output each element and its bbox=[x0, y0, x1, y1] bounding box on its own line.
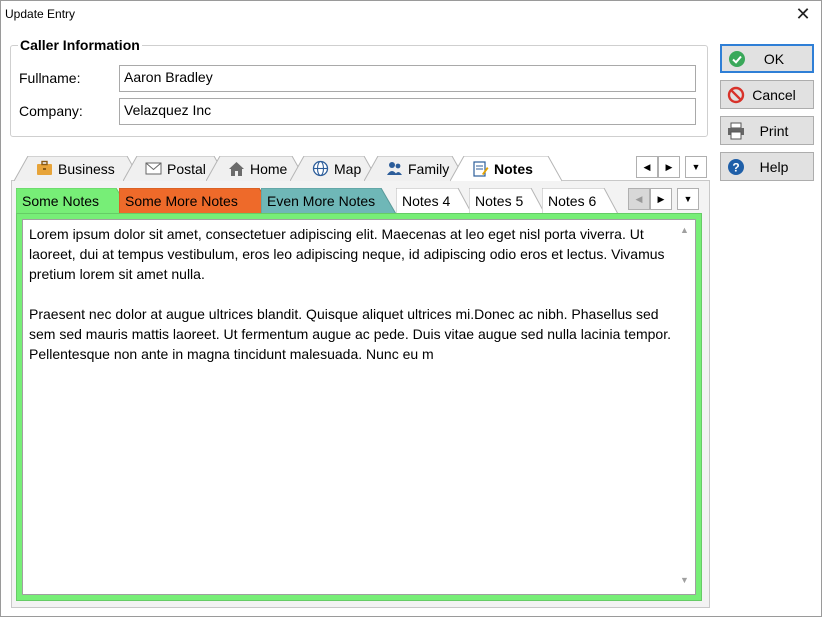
tab-home-label: Home bbox=[250, 160, 288, 177]
inner-tab-notes-4-label: Notes 4 bbox=[402, 193, 451, 209]
svg-text:?: ? bbox=[732, 160, 739, 174]
close-button[interactable]: ✕ bbox=[791, 3, 815, 27]
ok-label: OK bbox=[763, 50, 785, 67]
inner-tab-some-notes[interactable]: Some Notes bbox=[16, 188, 132, 215]
notes-paragraph-2: Praesent nec dolor at augue ultrices bla… bbox=[29, 306, 675, 362]
inner-tab-notes-4[interactable]: Notes 4 bbox=[396, 188, 472, 215]
update-entry-dialog: Update Entry ✕ Caller Information Fullna… bbox=[0, 0, 822, 617]
envelope-icon bbox=[145, 162, 162, 175]
tab-business[interactable]: Business bbox=[14, 156, 141, 181]
inner-tab-even-more-notes-label: Even More Notes bbox=[267, 193, 376, 209]
notes-vertical-scrollbar[interactable]: ▲ ▼ bbox=[677, 223, 693, 589]
ok-button[interactable]: OK bbox=[720, 44, 814, 73]
tab-postal-label: Postal bbox=[167, 160, 206, 177]
cancel-button[interactable]: Cancel bbox=[720, 80, 814, 109]
inner-tab-some-more-notes-label: Some More Notes bbox=[125, 193, 238, 209]
notes-textarea[interactable]: Lorem ipsum dolor sit amet, consectetuer… bbox=[22, 219, 696, 595]
printer-icon bbox=[728, 122, 744, 139]
outer-tab-list-button[interactable]: ▼ bbox=[685, 156, 707, 178]
inner-tab-notes-5-label: Notes 5 bbox=[475, 193, 524, 209]
print-button[interactable]: Print bbox=[720, 116, 814, 145]
help-label: Help bbox=[759, 158, 789, 175]
cancel-icon bbox=[727, 86, 745, 103]
title-bar: Update Entry ✕ bbox=[1, 1, 821, 29]
fullname-label: Fullname: bbox=[19, 70, 81, 86]
help-icon: ? bbox=[728, 158, 744, 175]
inner-tab-notes-5[interactable]: Notes 5 bbox=[469, 188, 545, 215]
tab-notes-label: Notes bbox=[494, 160, 533, 177]
tab-family-label: Family bbox=[408, 160, 450, 177]
inner-tab-even-more-notes[interactable]: Even More Notes bbox=[261, 188, 396, 215]
tab-map-label: Map bbox=[334, 160, 362, 177]
inner-tab-some-notes-label: Some Notes bbox=[22, 193, 100, 209]
company-field[interactable]: Velazquez Inc bbox=[119, 98, 696, 125]
notes-paragraph-1: Lorem ipsum dolor sit amet, consectetuer… bbox=[29, 226, 669, 282]
outer-tab-scroll-right-button[interactable]: ▶ bbox=[658, 156, 680, 178]
notepad-icon bbox=[473, 161, 489, 177]
tab-business-label: Business bbox=[58, 160, 115, 177]
print-label: Print bbox=[759, 122, 789, 139]
help-button[interactable]: ? Help bbox=[720, 152, 814, 181]
scroll-up-arrow-icon[interactable]: ▲ bbox=[680, 225, 689, 235]
globe-icon bbox=[312, 160, 329, 177]
people-icon bbox=[387, 162, 402, 175]
inner-tab-some-more-notes[interactable]: Some More Notes bbox=[119, 188, 275, 215]
inner-tab-notes-6[interactable]: Notes 6 bbox=[542, 188, 618, 215]
scroll-down-arrow-icon[interactable]: ▼ bbox=[680, 575, 689, 585]
house-icon bbox=[229, 162, 244, 176]
outer-tab-scroll-left-button[interactable]: ◀ bbox=[636, 156, 658, 178]
inner-tab-scroll-right-button[interactable]: ▶ bbox=[650, 188, 672, 210]
company-label: Company: bbox=[19, 103, 83, 119]
tab-notes[interactable]: Notes bbox=[450, 156, 562, 182]
inner-tab-notes-6-label: Notes 6 bbox=[548, 193, 597, 209]
inner-tab-list-button[interactable]: ▼ bbox=[677, 188, 699, 210]
fullname-field[interactable]: Aaron Bradley bbox=[119, 65, 696, 92]
window-title: Update Entry bbox=[5, 7, 76, 21]
check-icon bbox=[729, 50, 745, 67]
inner-tab-scroll-left-button[interactable]: ◀ bbox=[628, 188, 650, 210]
group-title: Caller Information bbox=[18, 37, 142, 53]
briefcase-icon bbox=[37, 160, 52, 175]
cancel-label: Cancel bbox=[752, 86, 796, 103]
